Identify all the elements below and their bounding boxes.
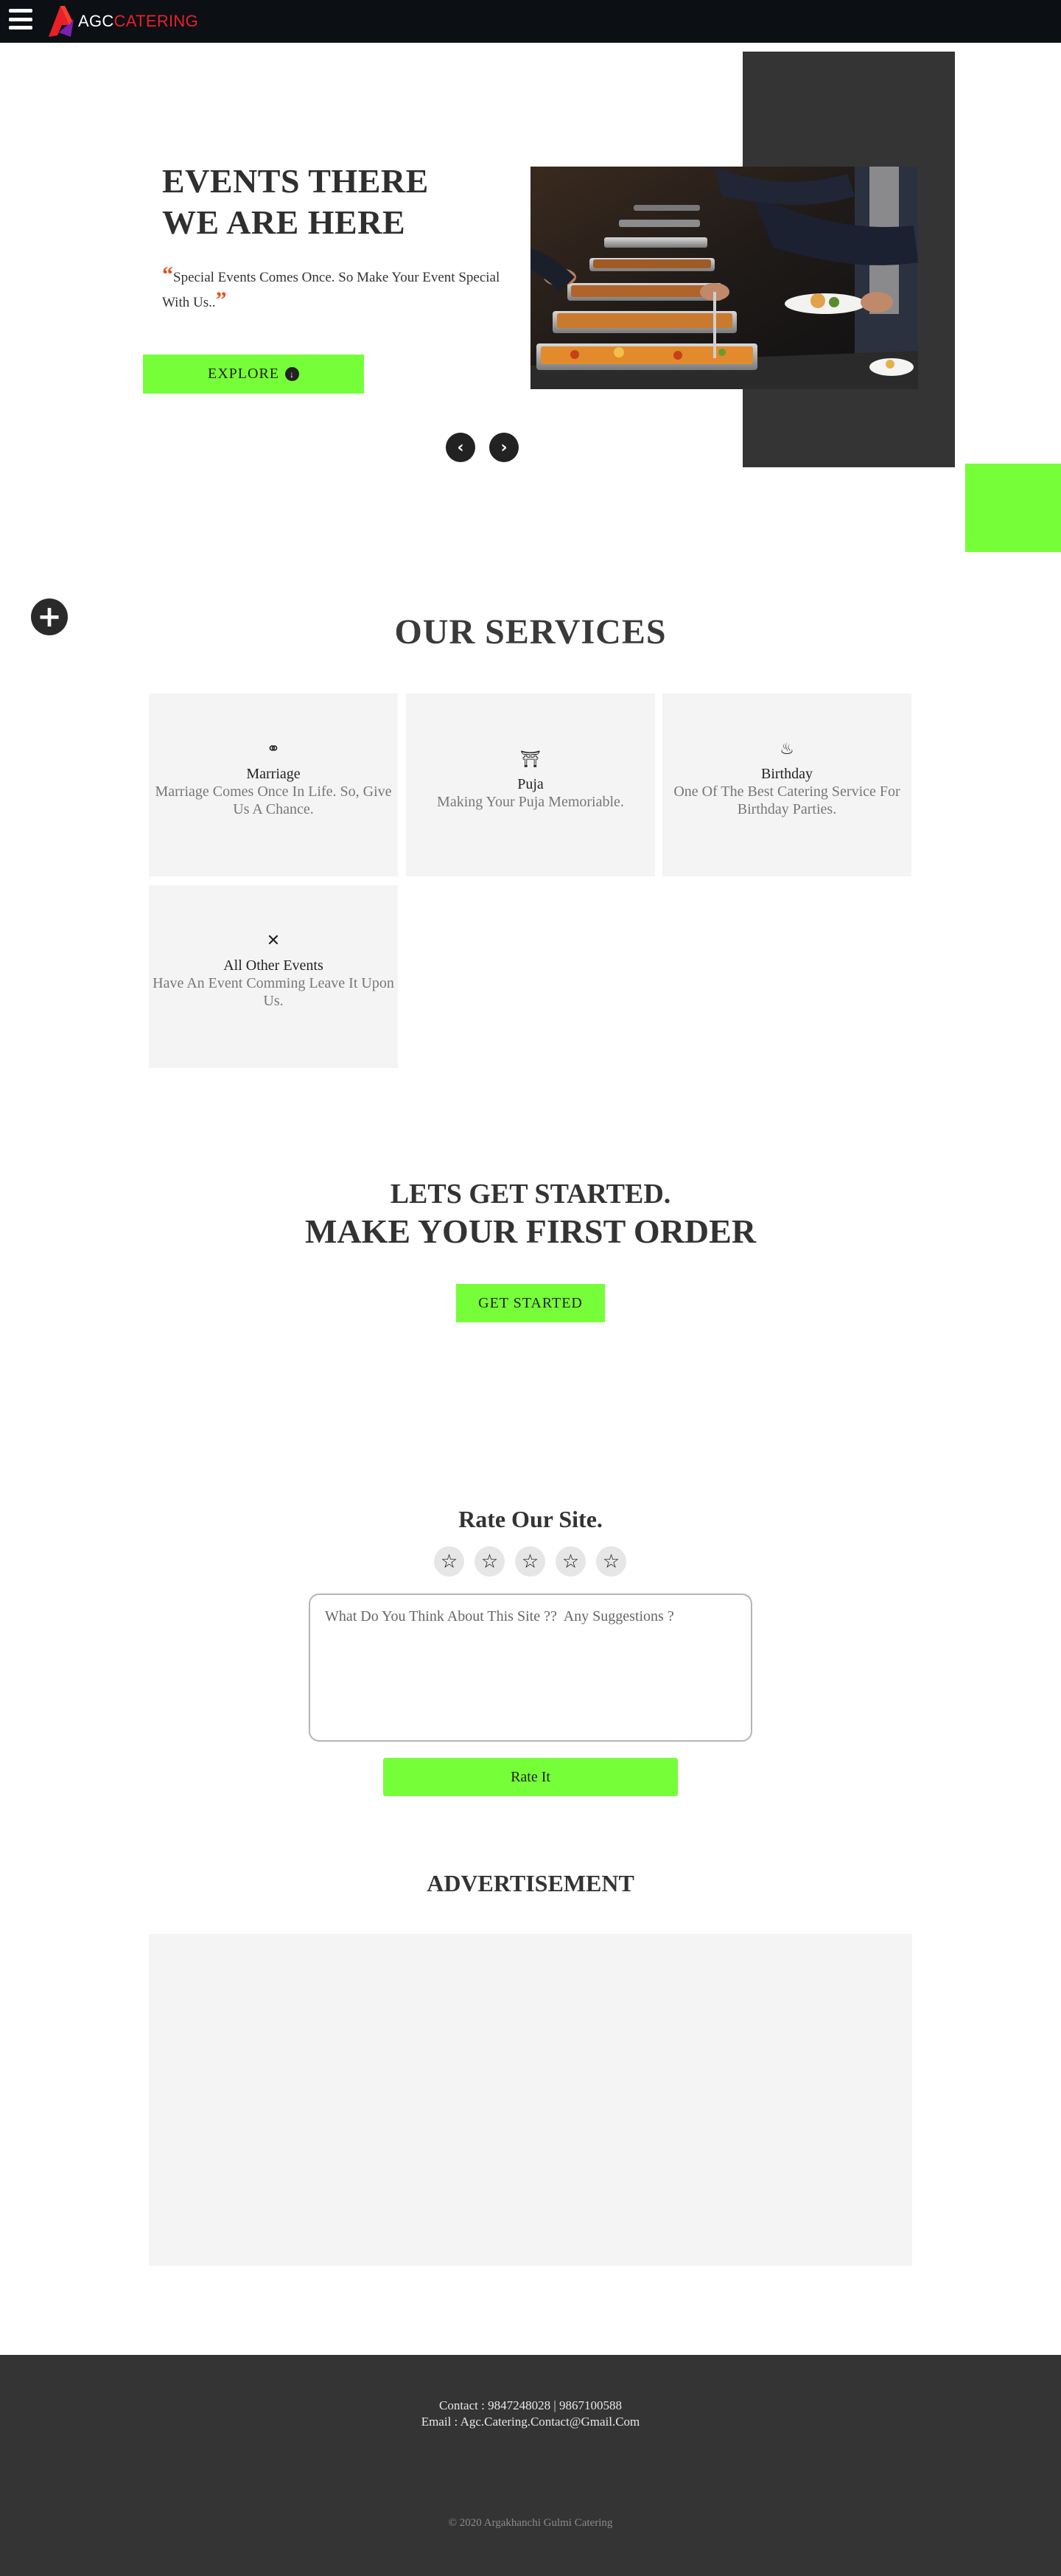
service-desc: Have An Event Comming Leave It Upon Us. [153, 975, 394, 1009]
hero-catering-image [530, 167, 918, 389]
quote-open-mark: “ [162, 262, 173, 287]
navbar: AGCCATERING [0, 0, 1061, 43]
rings-icon: ⚭ [266, 740, 281, 758]
cta-heading: LETS GET STARTED. [390, 1179, 671, 1210]
service-title: Birthday [761, 766, 813, 782]
footer-contact: Contact : 9847248028 | 9867100588 Email … [0, 2398, 1061, 2430]
star-outline-icon[interactable]: ☆ [596, 1546, 626, 1577]
star-outline-icon[interactable]: ☆ [515, 1546, 545, 1577]
carousel-next-button[interactable]: › [489, 433, 519, 462]
contact-email: Email : Agc.Catering.Contact@Gmail.Com [421, 2415, 640, 2429]
service-card-other-events[interactable]: ✕ All Other Events Have An Event Comming… [149, 885, 398, 1068]
star-outline-icon[interactable]: ☆ [434, 1546, 464, 1577]
birthday-cake-icon: ♨ [780, 740, 794, 758]
rate-title: Rate Our Site. [458, 1506, 603, 1532]
service-title: Puja [517, 776, 544, 792]
logo-text: AGCCATERING [78, 12, 199, 30]
footer [0, 2355, 1061, 2576]
feedback-textarea[interactable] [309, 1594, 752, 1742]
services-title: OUR SERVICES [394, 612, 667, 652]
service-title: All Other Events [223, 957, 323, 974]
star-rating: ☆ ☆ ☆ ☆ ☆ [434, 1546, 626, 1577]
temple-icon: ⛩ [520, 750, 541, 769]
service-desc: One Of The Best Catering Service For Bir… [673, 783, 900, 817]
chevron-left-icon: ‹ [457, 438, 464, 457]
star-outline-icon[interactable]: ☆ [556, 1546, 586, 1577]
explore-button[interactable]: EXPLORE ↓ [143, 355, 364, 394]
advertisement-title: ADVERTISEMENT [427, 1870, 634, 1896]
service-desc: Making Your Puja Memoriable. [437, 794, 624, 810]
carousel-prev-button[interactable]: ‹ [446, 433, 475, 462]
utensils-icon: ✕ [266, 932, 281, 950]
logo[interactable]: AGCCATERING [46, 3, 198, 40]
advertisement-box [149, 1934, 912, 2266]
service-desc: Marriage Comes Once In Life. So, Give Us… [155, 783, 392, 817]
hero-green-block [965, 464, 1061, 552]
agc-logo-mark-icon [49, 6, 74, 37]
service-card-puja[interactable]: ⛩ Puja Making Your Puja Memoriable. [406, 694, 655, 876]
arrow-circle-down-icon: ↓ [285, 367, 299, 381]
quote-close-mark: ” [215, 287, 227, 312]
hero-quote: “Special Events Comes Once. So Make Your… [162, 262, 500, 312]
explore-label: EXPLORE [208, 366, 279, 382]
contact-phone: Contact : 9847248028 | 9867100588 [438, 2398, 622, 2412]
service-title: Marriage [246, 766, 301, 782]
hamburger-menu-icon[interactable] [9, 9, 32, 29]
chevron-right-icon: › [500, 438, 508, 457]
copyright: © 2020 Argakhanchi Gulmi Catering [448, 2517, 613, 2529]
get-started-button[interactable]: GET STARTED [456, 1284, 605, 1322]
service-card-birthday[interactable]: ♨ Birthday One Of The Best Catering Serv… [662, 694, 911, 876]
cta-subheading: MAKE YOUR FIRST ORDER [304, 1212, 757, 1250]
service-card-marriage[interactable]: ⚭ Marriage Marriage Comes Once In Life. … [149, 694, 398, 876]
rate-it-button[interactable]: Rate It [383, 1758, 678, 1796]
hero-title: EVENTS THERE WE ARE HERE [162, 162, 429, 241]
star-outline-icon[interactable]: ☆ [475, 1546, 505, 1577]
